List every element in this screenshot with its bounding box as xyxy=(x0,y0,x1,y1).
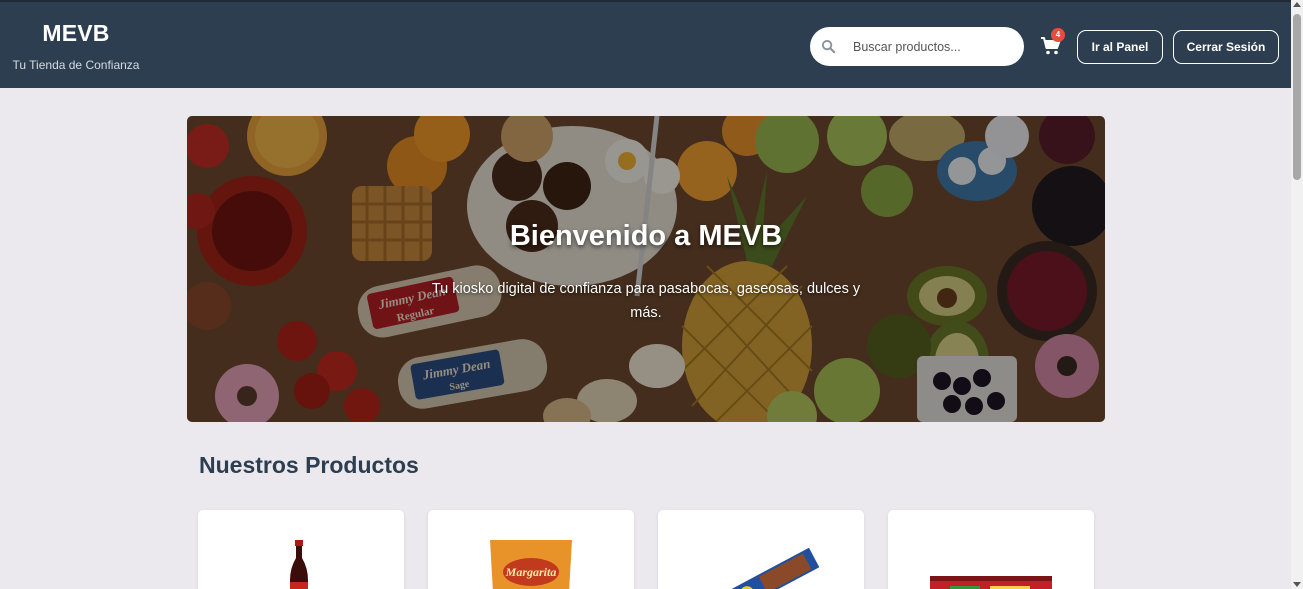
soda-bottle-icon xyxy=(290,540,308,589)
product-card[interactable]: Margarita xyxy=(428,510,634,589)
hero-overlay xyxy=(187,116,1105,422)
go-to-panel-button[interactable]: Ir al Panel xyxy=(1077,30,1163,64)
search-box[interactable] xyxy=(810,27,1024,66)
hero-title: Bienvenido a MEVB xyxy=(509,220,783,252)
scroll-thumb[interactable] xyxy=(1293,14,1301,180)
hero-subtitle: Tu kiosko digital de confianza para pasa… xyxy=(431,281,861,321)
scroll-up-arrow-icon[interactable] xyxy=(1293,2,1301,7)
scrollbar[interactable] xyxy=(1291,0,1303,589)
site-header: MEVB Tu Tienda de Confianza 4 Ir al Pane… xyxy=(0,0,1291,88)
product-card[interactable] xyxy=(198,510,404,589)
candy-pack-icon xyxy=(930,576,1052,589)
hero-banner: Jimmy Dean Regular Jimmy Dean Sage Bienv… xyxy=(187,116,1105,422)
chips-bag-icon: Margarita xyxy=(490,540,572,589)
products-section-title: Nuestros Productos xyxy=(199,452,419,478)
product-card[interactable] xyxy=(888,510,1094,589)
svg-text:Margarita: Margarita xyxy=(505,565,557,579)
brand[interactable]: MEVB Tu Tienda de Confianza xyxy=(12,20,140,72)
logout-button[interactable]: Cerrar Sesión xyxy=(1173,30,1279,64)
product-card[interactable] xyxy=(658,510,864,589)
search-icon xyxy=(821,39,836,54)
cart-count-badge: 4 xyxy=(1051,28,1065,42)
search-input[interactable] xyxy=(853,27,1013,66)
scroll-down-arrow-icon[interactable] xyxy=(1293,582,1301,587)
brand-title: MEVB xyxy=(42,20,110,46)
brand-subtitle: Tu Tienda de Confianza xyxy=(12,58,140,72)
chocolate-bar-icon xyxy=(729,547,820,589)
